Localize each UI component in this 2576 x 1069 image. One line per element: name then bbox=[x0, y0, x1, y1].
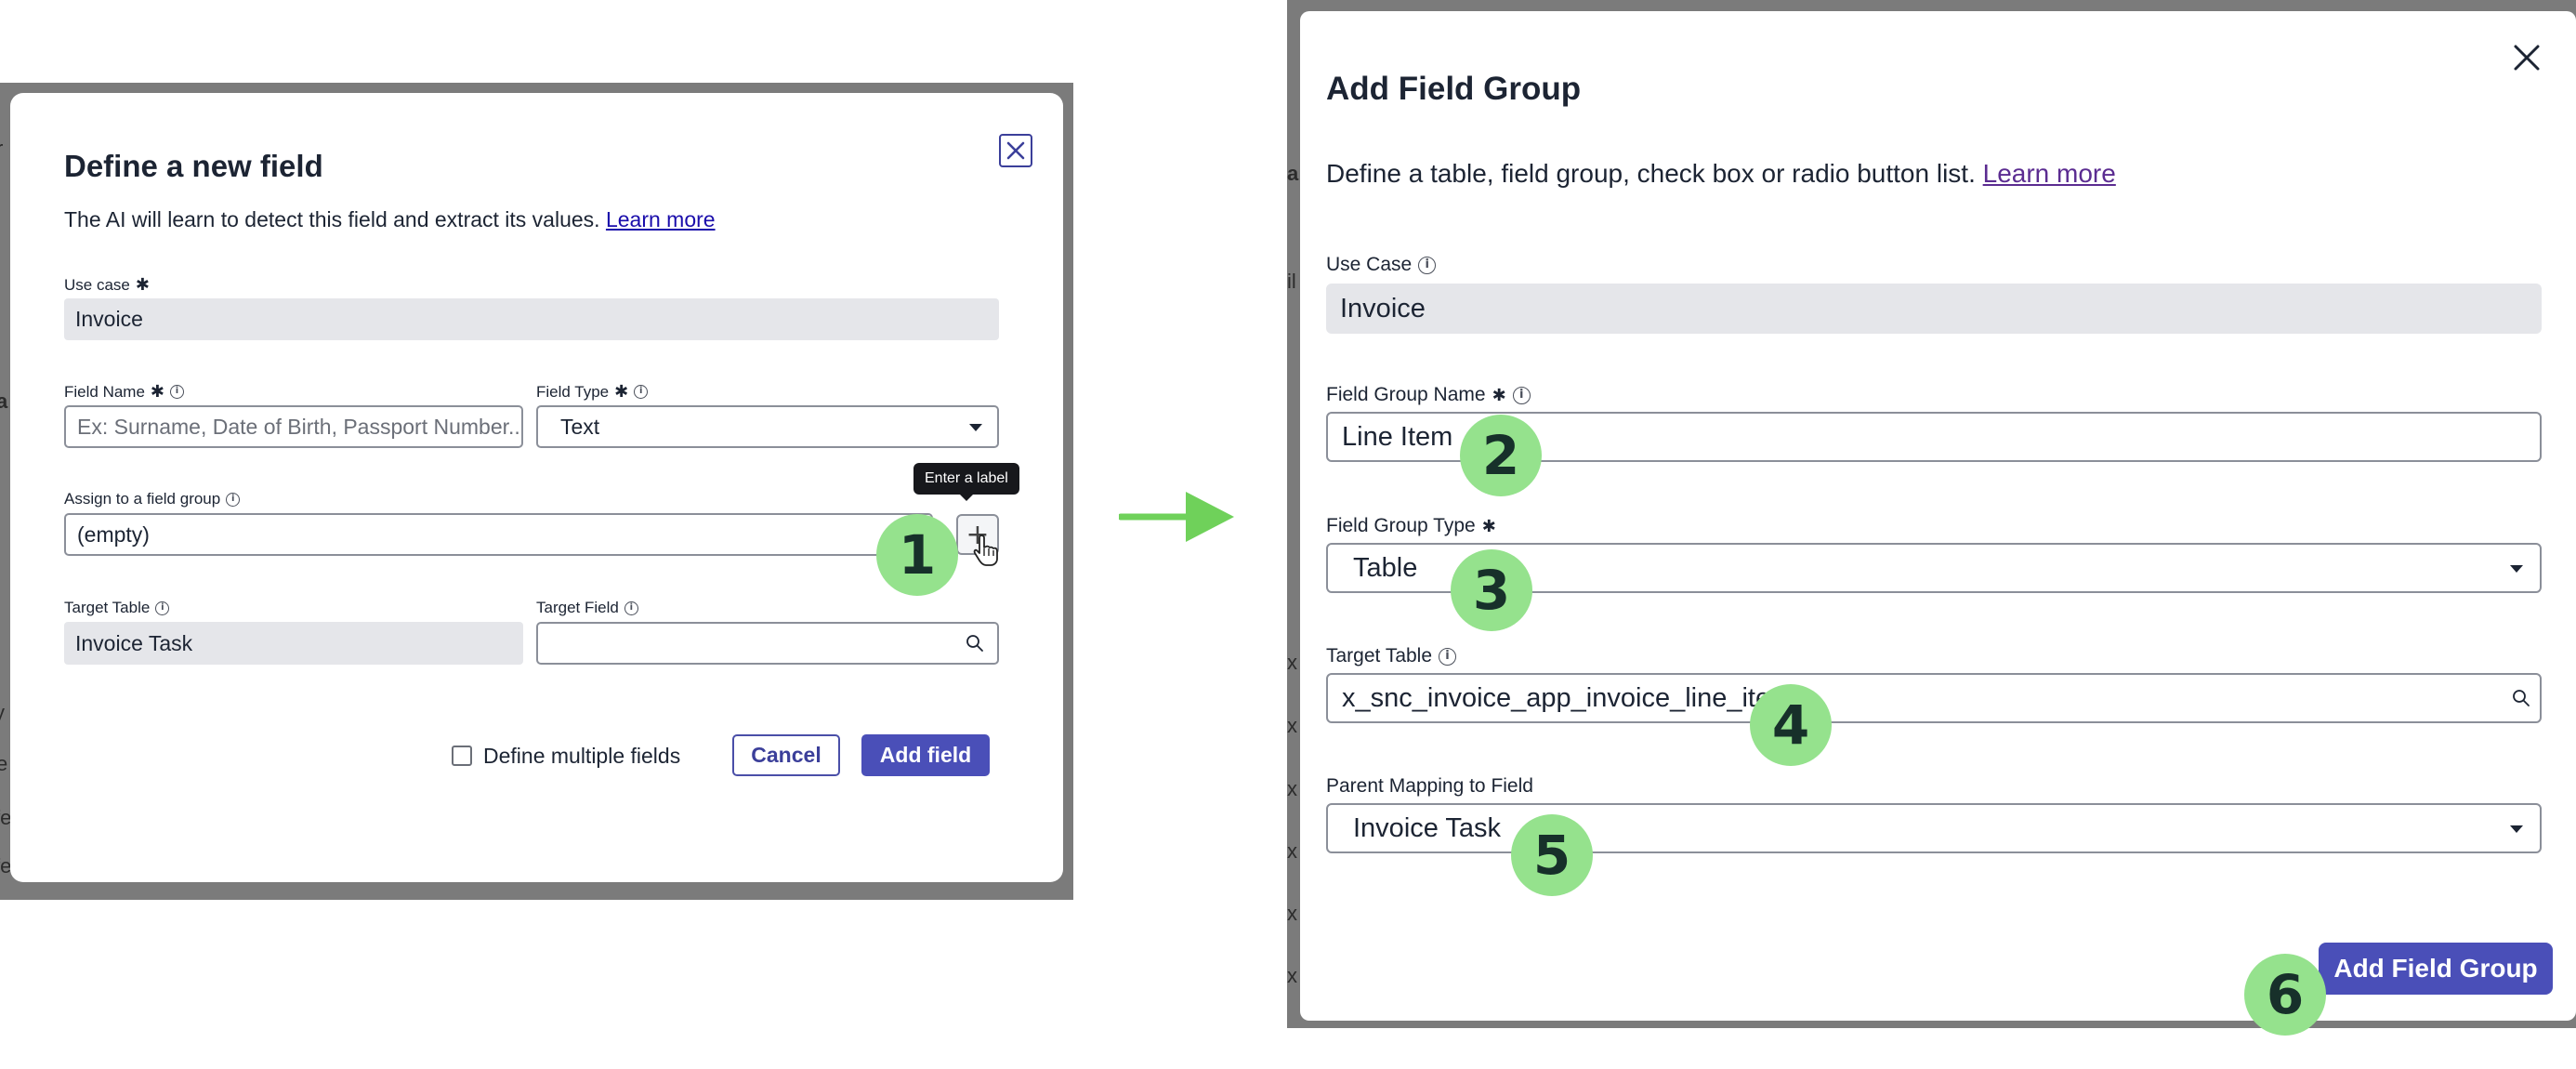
required-icon: ✱ bbox=[614, 382, 629, 401]
step-badge-4: 4 bbox=[1750, 684, 1832, 766]
info-icon[interactable]: i bbox=[1512, 386, 1531, 404]
tooltip: Enter a label bbox=[913, 463, 1019, 501]
background-text: x bbox=[1287, 651, 1297, 674]
dialog-description: The AI will learn to detect this field a… bbox=[64, 207, 716, 231]
field-name-placeholder: Ex: Surname, Date of Birth, Passport Num… bbox=[77, 414, 520, 439]
close-button[interactable] bbox=[999, 134, 1032, 167]
parent-mapping-select[interactable]: Invoice Task bbox=[1326, 803, 2542, 853]
target-table-input[interactable]: x_snc_invoice_app_invoice_line_item bbox=[1326, 673, 2542, 723]
info-icon[interactable]: i bbox=[1439, 647, 1457, 666]
target-field-label: Target Field i bbox=[536, 599, 638, 617]
arrow-right-icon bbox=[1119, 492, 1234, 542]
field-group-select[interactable]: (empty) bbox=[64, 513, 933, 556]
info-icon[interactable]: i bbox=[634, 385, 649, 399]
learn-more-link[interactable]: Learn more bbox=[1983, 159, 2116, 188]
info-icon[interactable]: i bbox=[624, 600, 638, 615]
search-icon bbox=[2513, 690, 2530, 706]
step-badge-3: 3 bbox=[1451, 549, 1532, 631]
target-field-input[interactable] bbox=[536, 622, 999, 665]
dialog-description: Define a table, field group, check box o… bbox=[1326, 159, 2116, 188]
target-table-label: Target Table i bbox=[1326, 645, 1457, 667]
background-text: x bbox=[1287, 839, 1297, 863]
background-text: a bbox=[0, 389, 8, 413]
background-text: x bbox=[1287, 714, 1297, 737]
add-field-group-dialog: Add Field Group Define a table, field gr… bbox=[1300, 11, 2576, 1021]
step-badge-5: 5 bbox=[1511, 814, 1593, 896]
define-field-dialog: Define a new field The AI will learn to … bbox=[10, 93, 1063, 882]
required-icon: ✱ bbox=[135, 275, 150, 294]
field-group-type-label: Field Group Type ✱ bbox=[1326, 515, 1496, 536]
info-icon[interactable]: i bbox=[170, 385, 185, 399]
close-icon[interactable] bbox=[2508, 39, 2545, 76]
target-table-label: Target Table i bbox=[64, 599, 170, 617]
info-icon[interactable]: i bbox=[155, 600, 170, 615]
background-text: r bbox=[0, 137, 3, 161]
define-multiple-fields-label: Define multiple fields bbox=[483, 744, 681, 768]
field-name-input[interactable]: Ex: Surname, Date of Birth, Passport Num… bbox=[64, 405, 523, 448]
background-text: il bbox=[1287, 270, 1296, 293]
learn-more-link[interactable]: Learn more bbox=[606, 207, 716, 231]
background-text: x bbox=[1287, 964, 1297, 987]
close-icon bbox=[1006, 141, 1025, 160]
background-text: y bbox=[0, 701, 5, 725]
field-type-select[interactable]: Text bbox=[536, 405, 999, 448]
hand-cursor-icon bbox=[973, 534, 998, 566]
chevron-down-icon bbox=[969, 424, 982, 431]
define-multiple-fields-checkbox[interactable] bbox=[452, 746, 472, 766]
add-field-button[interactable]: Add field bbox=[861, 734, 990, 776]
chevron-down-icon bbox=[2510, 825, 2523, 833]
dialog-title: Define a new field bbox=[64, 149, 323, 183]
search-icon bbox=[966, 635, 983, 652]
step-badge-6: 6 bbox=[2244, 954, 2326, 1036]
target-table-field: Invoice Task bbox=[64, 622, 523, 665]
background-text: a bbox=[1287, 162, 1299, 185]
required-icon: ✱ bbox=[150, 382, 165, 401]
field-name-label: Field Name ✱ i bbox=[64, 382, 185, 402]
required-icon: ✱ bbox=[1481, 516, 1496, 535]
background-text: x bbox=[1287, 902, 1297, 925]
info-icon[interactable]: i bbox=[226, 492, 241, 507]
background-text: x bbox=[1287, 777, 1297, 800]
cancel-button[interactable]: Cancel bbox=[732, 734, 840, 776]
field-group-label: Assign to a field group i bbox=[64, 490, 241, 508]
field-group-name-label: Field Group Name ✱ i bbox=[1326, 384, 1531, 406]
add-field-group-button[interactable]: Add Field Group bbox=[2319, 943, 2553, 995]
info-icon[interactable]: i bbox=[1418, 256, 1437, 274]
use-case-field: Invoice bbox=[1326, 284, 2542, 334]
field-type-label: Field Type ✱ i bbox=[536, 382, 649, 402]
required-icon: ✱ bbox=[1492, 385, 1506, 404]
background-text: e bbox=[0, 752, 8, 775]
left-screenshot: r a y e fe fe Define a new field The AI … bbox=[0, 83, 1073, 900]
use-case-field: Invoice bbox=[64, 298, 999, 340]
chevron-down-icon bbox=[2510, 565, 2523, 573]
dialog-title: Add Field Group bbox=[1326, 71, 1582, 107]
use-case-label: Use case ✱ bbox=[64, 275, 150, 294]
use-case-label: Use Case i bbox=[1326, 254, 1437, 276]
right-screenshot: a il x x x x x x Add Field Group Define … bbox=[1287, 0, 2576, 1028]
step-badge-2: 2 bbox=[1460, 415, 1542, 496]
step-badge-1: 1 bbox=[876, 514, 958, 596]
parent-mapping-label: Parent Mapping to Field bbox=[1326, 775, 1533, 797]
